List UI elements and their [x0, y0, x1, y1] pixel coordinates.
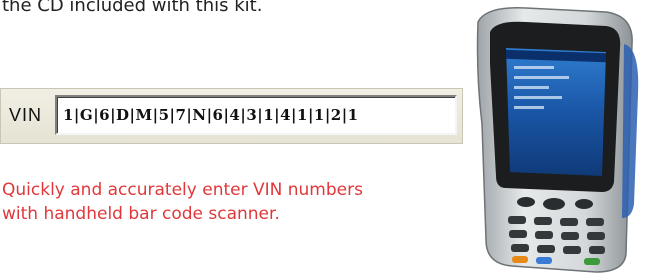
vin-field-panel: VIN 1|G|6|D|M|5|7|N|6|4|3|1|4|1|1|2|1 — [0, 88, 463, 144]
caption-line-2: with handheld bar code scanner. — [2, 204, 280, 224]
vin-label: VIN — [9, 105, 43, 125]
blue-key — [536, 257, 552, 264]
intro-text: the CD included with this kit. — [2, 0, 263, 16]
handheld-scanner-image — [456, 4, 646, 274]
side-grip — [622, 44, 639, 218]
caption: Quickly and accurately enter VIN numbers… — [2, 178, 422, 226]
green-key — [584, 258, 600, 265]
vin-input[interactable]: 1|G|6|D|M|5|7|N|6|4|3|1|4|1|1|2|1 — [55, 95, 457, 135]
orange-key — [512, 256, 528, 263]
scanner-illustration — [476, 7, 639, 273]
caption-line-1: Quickly and accurately enter VIN numbers — [2, 180, 363, 200]
